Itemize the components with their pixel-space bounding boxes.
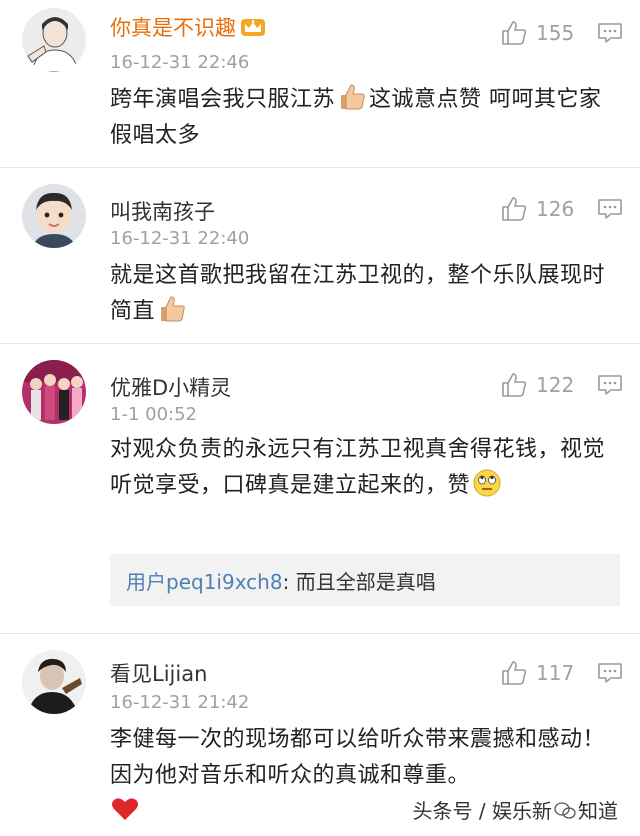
like-count: 126 bbox=[536, 197, 575, 221]
like-button[interactable]: 155 bbox=[500, 18, 574, 48]
comment-text: 跨年演唱会我只服江苏 这诚意点赞 呵呵其它家假唱太多 bbox=[110, 82, 620, 154]
watermark: 头条号 / 娱乐新 知道 bbox=[412, 799, 618, 823]
wechat-logo-icon bbox=[554, 801, 576, 819]
comment-text: 就是这首歌把我留在江苏卫视的，整个乐队展现时简直 bbox=[110, 263, 606, 324]
username[interactable]: 优雅D小精灵 bbox=[110, 372, 231, 402]
like-count: 117 bbox=[536, 661, 575, 685]
username[interactable]: 看见Lijian bbox=[110, 658, 207, 688]
thumbs-up-outline-icon bbox=[502, 197, 527, 221]
username[interactable]: 你真是不识趣 bbox=[110, 12, 266, 42]
comment-item: 你真是不识趣 16-12-31 22:46 155 跨年演唱会我只服江苏 这诚意点… bbox=[0, 0, 640, 168]
avatar[interactable] bbox=[22, 184, 86, 248]
comment-item: 优雅D小精灵 1-1 00:52 122 对观众负责的永远只有江苏卫视真舍得花钱… bbox=[0, 344, 640, 634]
avatar[interactable] bbox=[22, 360, 86, 424]
timestamp: 16-12-31 22:46 bbox=[110, 52, 250, 73]
thumbs-up-outline-icon bbox=[502, 21, 527, 45]
like-button[interactable]: 126 bbox=[500, 194, 574, 224]
reply-button[interactable] bbox=[597, 662, 623, 684]
thumbs-up-outline-icon bbox=[502, 661, 527, 685]
like-button[interactable]: 117 bbox=[500, 658, 574, 688]
avatar[interactable] bbox=[22, 650, 86, 714]
thumbs-up-emoji bbox=[337, 82, 367, 112]
thumbs-up-emoji bbox=[157, 294, 187, 324]
comment-item: 叫我南孩子 16-12-31 22:40 126 就是这首歌把我留在江苏卫视的，… bbox=[0, 168, 640, 344]
like-count: 122 bbox=[536, 373, 575, 397]
reply-button[interactable] bbox=[597, 374, 623, 396]
crown-icon bbox=[240, 17, 266, 37]
reply-text: : 而且全部是真唱 bbox=[282, 570, 436, 594]
comment-icon bbox=[598, 23, 622, 43]
comment-icon bbox=[598, 375, 622, 395]
timestamp: 16-12-31 22:40 bbox=[110, 228, 250, 249]
username[interactable]: 叫我南孩子 bbox=[110, 196, 215, 226]
red-heart-emoji bbox=[110, 794, 140, 824]
reply-button[interactable] bbox=[597, 22, 623, 44]
comment-icon bbox=[598, 663, 622, 683]
reply-username[interactable]: 用户peq1i9xch8 bbox=[126, 570, 283, 594]
eye-roll-emoji bbox=[472, 468, 502, 498]
like-button[interactable]: 122 bbox=[500, 370, 574, 400]
avatar[interactable] bbox=[22, 8, 86, 72]
timestamp: 1-1 00:52 bbox=[110, 404, 197, 425]
reply-button[interactable] bbox=[597, 198, 623, 220]
comment-text: 对观众负责的永远只有江苏卫视真舍得花钱，视觉听觉享受，口碑真是建立起来的，赞 bbox=[110, 437, 606, 498]
like-count: 155 bbox=[536, 21, 575, 45]
timestamp: 16-12-31 21:42 bbox=[110, 692, 250, 713]
comment-icon bbox=[598, 199, 622, 219]
thumbs-up-outline-icon bbox=[502, 373, 527, 397]
quoted-reply[interactable]: 用户peq1i9xch8: 而且全部是真唱 bbox=[110, 554, 620, 606]
